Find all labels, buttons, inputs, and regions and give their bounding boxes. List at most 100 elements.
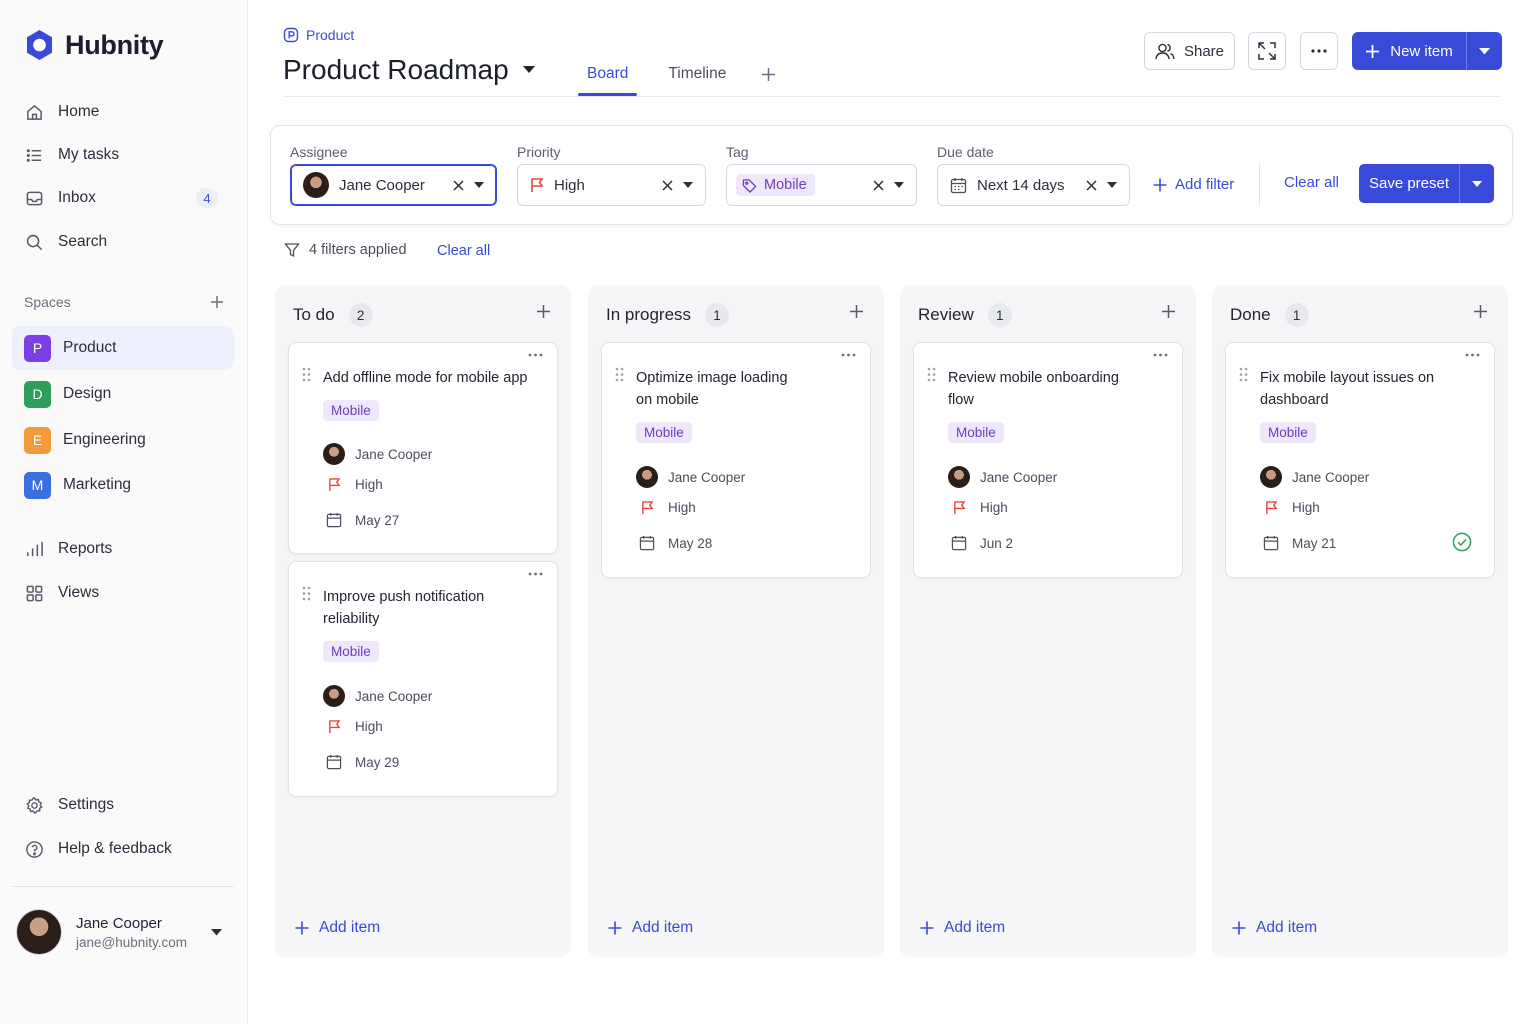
sidebar-divider bbox=[12, 886, 234, 887]
space-engineering[interactable]: E Engineering bbox=[12, 418, 234, 462]
column-title: In progress bbox=[606, 305, 692, 324]
task-card[interactable]: Add offline mode for mobile app Mobile J… bbox=[288, 342, 558, 554]
tab-timeline[interactable]: Timeline bbox=[659, 52, 735, 96]
add-item-label: Add item bbox=[632, 919, 694, 936]
clear-all-link[interactable]: Clear all bbox=[437, 243, 490, 259]
drag-handle-icon[interactable] bbox=[302, 367, 311, 382]
save-preset-button[interactable]: Save preset bbox=[1359, 164, 1460, 203]
more-horizontal-icon[interactable] bbox=[528, 572, 543, 576]
nav-search[interactable]: Search bbox=[24, 227, 224, 257]
app-logo[interactable]: Hubnity bbox=[24, 28, 164, 62]
clear-tag-icon[interactable] bbox=[873, 179, 884, 191]
new-item-button[interactable]: New item bbox=[1352, 32, 1467, 70]
filter-separator bbox=[1259, 164, 1260, 206]
column-header: To do 2 bbox=[293, 303, 373, 327]
spaces-label: Spaces bbox=[24, 294, 71, 310]
nav-views[interactable]: Views bbox=[24, 578, 224, 608]
column-header: Done 1 bbox=[1230, 303, 1309, 327]
caret-down-icon[interactable] bbox=[894, 182, 904, 188]
drag-handle-icon[interactable] bbox=[302, 586, 311, 601]
card-priority: High bbox=[1260, 500, 1320, 515]
card-due-label: Jun 2 bbox=[980, 535, 1014, 551]
board-column-review: Review 1 Review mobile onboarding flow M… bbox=[900, 285, 1196, 957]
card-priority-label: High bbox=[980, 500, 1008, 515]
task-card[interactable]: Fix mobile layout issues on dashboard Mo… bbox=[1225, 342, 1495, 578]
nav-home[interactable]: Home bbox=[24, 97, 224, 127]
caret-down-icon[interactable] bbox=[474, 182, 484, 188]
board-column-in-progress: In progress 1 Optimize image loading on … bbox=[588, 285, 884, 957]
nav-settings[interactable]: Settings bbox=[24, 790, 224, 820]
fullscreen-button[interactable] bbox=[1248, 32, 1286, 70]
due-date-filter-select[interactable]: Next 14 days bbox=[937, 164, 1130, 206]
more-horizontal-icon[interactable] bbox=[1153, 353, 1168, 357]
column-count-badge: 1 bbox=[987, 303, 1012, 327]
drag-handle-icon[interactable] bbox=[1239, 367, 1248, 382]
tab-board[interactable]: Board bbox=[578, 52, 638, 96]
priority-filter-select[interactable]: High bbox=[517, 164, 706, 206]
add-card-icon[interactable] bbox=[536, 304, 551, 319]
add-space-icon[interactable] bbox=[210, 295, 224, 309]
add-card-icon[interactable] bbox=[1473, 304, 1488, 319]
column-count-badge: 1 bbox=[1284, 303, 1309, 327]
app-name: Hubnity bbox=[65, 29, 164, 60]
clear-assignee-icon[interactable] bbox=[453, 179, 464, 191]
avatar bbox=[1260, 466, 1282, 488]
more-horizontal-icon[interactable] bbox=[1465, 353, 1480, 357]
new-item-dropdown-button[interactable] bbox=[1467, 32, 1502, 70]
user-account-menu[interactable]: Jane Cooper jane@hubnity.com bbox=[16, 908, 232, 956]
caret-down-icon[interactable] bbox=[683, 182, 693, 188]
save-preset-dropdown-button[interactable] bbox=[1460, 164, 1494, 203]
tag-filter-select[interactable]: Mobile bbox=[726, 164, 917, 206]
priority-filter-label: Priority bbox=[517, 144, 561, 160]
avatar bbox=[323, 685, 345, 707]
add-item-button[interactable]: Add item bbox=[608, 919, 693, 937]
nav-label: Views bbox=[58, 584, 100, 601]
product-space-icon bbox=[283, 27, 299, 43]
task-card[interactable]: Review mobile onboarding flow Mobile Jan… bbox=[913, 342, 1183, 578]
card-priority-label: High bbox=[1292, 500, 1320, 515]
add-item-button[interactable]: Add item bbox=[1232, 919, 1317, 937]
drag-handle-icon[interactable] bbox=[927, 367, 936, 382]
add-card-icon[interactable] bbox=[849, 304, 864, 319]
add-card-icon[interactable] bbox=[1161, 304, 1176, 319]
page-title-dropdown[interactable]: Product Roadmap bbox=[283, 54, 535, 86]
calendar-icon bbox=[323, 754, 345, 770]
more-horizontal-icon[interactable] bbox=[528, 353, 543, 357]
assignee-filter-select[interactable]: Jane Cooper bbox=[290, 164, 497, 206]
space-product[interactable]: P Product bbox=[12, 326, 234, 370]
caret-down-icon[interactable] bbox=[1107, 182, 1117, 188]
spaces-header: Spaces bbox=[24, 294, 224, 310]
column-title: Done bbox=[1230, 305, 1271, 324]
drag-handle-icon[interactable] bbox=[615, 367, 624, 382]
board-column-todo: To do 2 Add offline mode for mobile app … bbox=[275, 285, 571, 957]
add-item-button[interactable]: Add item bbox=[295, 919, 380, 937]
nav-my-tasks[interactable]: My tasks bbox=[24, 140, 224, 170]
add-item-label: Add item bbox=[944, 919, 1006, 936]
nav-inbox[interactable]: Inbox 4 bbox=[24, 183, 224, 213]
more-options-button[interactable] bbox=[1300, 32, 1338, 70]
flag-icon bbox=[1260, 500, 1282, 515]
task-card[interactable]: Optimize image loading on mobile Mobile … bbox=[601, 342, 871, 578]
clear-due-date-icon[interactable] bbox=[1086, 179, 1097, 191]
space-design[interactable]: D Design bbox=[12, 372, 234, 416]
space-marketing[interactable]: M Marketing bbox=[12, 463, 234, 507]
nav-help-feedback[interactable]: Help & feedback bbox=[24, 834, 224, 864]
clear-priority-icon[interactable] bbox=[662, 179, 673, 191]
breadcrumb[interactable]: Product bbox=[283, 27, 354, 43]
nav-reports[interactable]: Reports bbox=[24, 534, 224, 564]
add-item-button[interactable]: Add item bbox=[920, 919, 1005, 937]
column-header: In progress 1 bbox=[606, 303, 730, 327]
clear-all-filters-button[interactable]: Clear all bbox=[1284, 174, 1339, 191]
task-card[interactable]: Improve push notification reliability Mo… bbox=[288, 561, 558, 797]
users-icon bbox=[1155, 42, 1175, 60]
more-horizontal-icon[interactable] bbox=[841, 353, 856, 357]
share-button[interactable]: Share bbox=[1144, 32, 1235, 70]
add-filter-button[interactable]: Add filter bbox=[1153, 176, 1234, 193]
card-due-date: May 21 bbox=[1260, 535, 1336, 551]
column-count-badge: 2 bbox=[348, 303, 373, 327]
card-title: Optimize image loading on mobile bbox=[636, 370, 788, 408]
caret-down-icon bbox=[1479, 47, 1490, 55]
add-view-icon[interactable] bbox=[753, 52, 783, 96]
plus-icon bbox=[1232, 921, 1246, 935]
card-due-label: May 28 bbox=[668, 535, 713, 551]
